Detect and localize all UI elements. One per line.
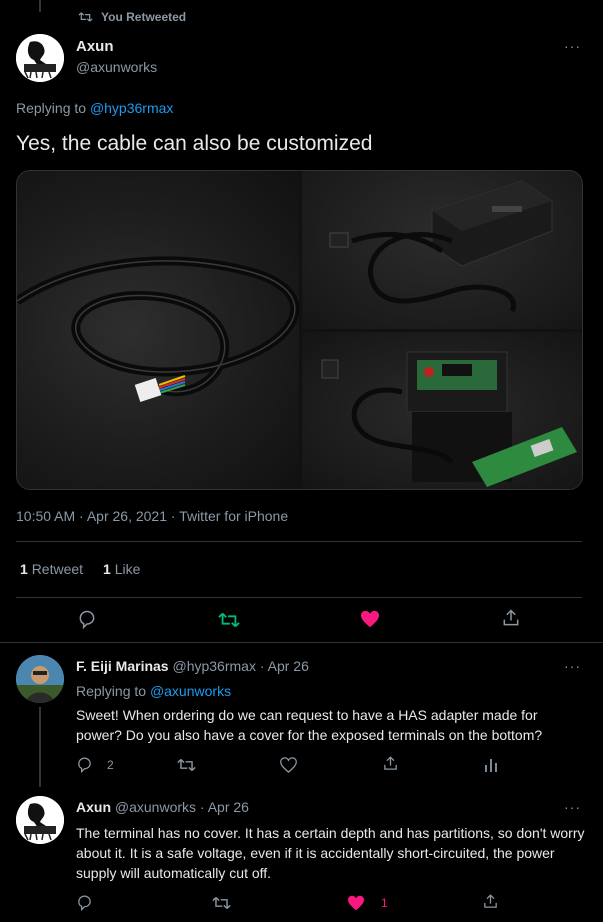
like-icon <box>280 757 297 773</box>
board-photo-illustration <box>321 351 577 487</box>
media-photo-cable[interactable] <box>17 171 300 489</box>
retweet-icon <box>212 896 231 910</box>
avatar[interactable] <box>16 655 64 703</box>
reply-icon <box>78 895 91 912</box>
retweet-banner: You Retweeted <box>78 10 186 24</box>
share-icon <box>384 756 397 770</box>
author-handle[interactable]: @axunworks <box>76 59 157 75</box>
retweet-icon <box>78 12 93 22</box>
share-button[interactable] <box>382 755 399 777</box>
likes-label: Like <box>114 561 141 577</box>
retweet-icon <box>218 612 240 628</box>
retweets-stat[interactable]: 1 Retweet <box>20 561 83 577</box>
avatar[interactable] <box>16 34 64 82</box>
replying-to-handle[interactable]: @hyp36rmax <box>90 100 173 116</box>
likes-stat[interactable]: 1 Like <box>103 561 140 577</box>
retweet-button[interactable] <box>218 610 240 635</box>
reply-button[interactable] <box>77 609 97 634</box>
divider <box>16 597 582 598</box>
more-icon[interactable]: ··· <box>564 658 581 674</box>
tweet-timestamp[interactable]: 10:50 AM · Apr 26, 2021 · Twitter for iP… <box>16 508 288 524</box>
like-button[interactable]: 1 <box>347 895 388 911</box>
thread-line-top <box>39 0 41 12</box>
box-photo-illustration <box>329 180 553 313</box>
axun-logo-icon <box>16 34 64 82</box>
media-grid[interactable] <box>16 170 583 490</box>
reply-icon <box>78 757 91 773</box>
like-icon <box>348 895 364 911</box>
replying-to-handle[interactable]: @axunworks <box>150 683 231 699</box>
like-button[interactable] <box>360 610 380 633</box>
divider <box>16 541 582 542</box>
media-photo-box[interactable] <box>302 171 582 329</box>
retweet-banner-label: You Retweeted <box>101 10 187 24</box>
replying-to-prefix: Replying to <box>76 683 147 699</box>
retweets-label: Retweet <box>31 561 84 577</box>
likes-count: 1 <box>103 561 111 577</box>
author-handle[interactable]: @hyp36rmax · Apr 26 <box>172 658 308 674</box>
retweet-button[interactable] <box>177 757 196 778</box>
share-icon <box>484 894 497 908</box>
tweet-text: Yes, the cable can also be customized <box>16 132 373 155</box>
author-name[interactable]: F. Eiji Marinas <box>76 658 169 674</box>
like-count: 1 <box>381 896 388 910</box>
retweet-button[interactable] <box>212 895 231 916</box>
replying-to: Replying to @hyp36rmax <box>16 100 173 116</box>
replying-to: Replying to @axunworks <box>76 683 231 699</box>
reply-button[interactable] <box>76 894 93 916</box>
reply-text: The terminal has no cover. It has a cert… <box>76 825 585 881</box>
replying-to-prefix: Replying to <box>16 100 87 116</box>
reply-icon <box>79 610 95 630</box>
author-handle[interactable]: @axunworks · Apr 26 <box>115 799 249 815</box>
analytics-button[interactable] <box>484 756 498 777</box>
retweet-icon <box>177 758 196 772</box>
axun-logo-icon <box>16 796 64 844</box>
divider <box>0 642 603 643</box>
avatar-photo-icon <box>16 655 64 703</box>
analytics-icon <box>485 759 497 772</box>
author-name[interactable]: Axun <box>76 38 114 55</box>
avatar[interactable] <box>16 796 64 844</box>
reply-header: Axun @axunworks · Apr 26 <box>76 799 249 815</box>
share-button[interactable] <box>501 608 521 633</box>
more-icon[interactable]: ··· <box>564 799 581 815</box>
like-icon <box>361 610 379 628</box>
cable-photo-illustration <box>17 256 300 402</box>
author-name[interactable]: Axun <box>76 799 111 815</box>
like-button[interactable] <box>280 757 297 778</box>
more-icon[interactable]: ··· <box>564 38 581 54</box>
reply-text: Sweet! When ordering do we can request t… <box>76 707 543 743</box>
retweets-count: 1 <box>20 561 28 577</box>
tweet-stats: 1 Retweet 1 Like <box>20 561 140 577</box>
thread-line <box>39 707 41 787</box>
share-icon <box>503 609 519 626</box>
reply-count: 2 <box>107 757 114 772</box>
reply-header: F. Eiji Marinas @hyp36rmax · Apr 26 <box>76 658 309 674</box>
media-photo-board[interactable] <box>302 332 582 489</box>
share-button[interactable] <box>482 893 499 915</box>
reply-button[interactable]: 2 <box>76 756 114 773</box>
